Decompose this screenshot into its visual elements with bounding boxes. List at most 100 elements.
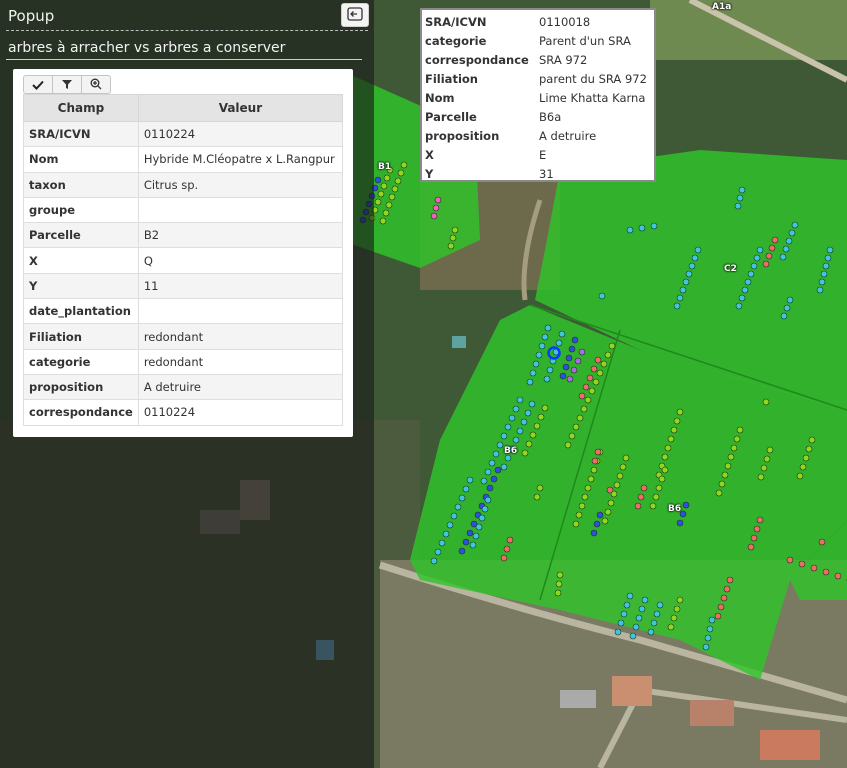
tree-point[interactable] <box>565 354 573 362</box>
tree-point[interactable] <box>607 499 615 507</box>
tree-point[interactable] <box>650 619 658 627</box>
tree-point[interactable] <box>594 448 602 456</box>
tree-point[interactable] <box>570 366 578 374</box>
tree-point[interactable] <box>750 262 758 270</box>
tree-point[interactable] <box>622 454 630 462</box>
tree-point[interactable] <box>694 246 702 254</box>
tree-point[interactable] <box>733 435 741 443</box>
tree-point[interactable] <box>738 186 746 194</box>
tree-point[interactable] <box>454 503 462 511</box>
tree-point[interactable] <box>586 374 594 382</box>
tree-point[interactable] <box>604 351 612 359</box>
tree-point[interactable] <box>656 601 664 609</box>
tree-point[interactable] <box>394 177 402 185</box>
tree-point[interactable] <box>575 511 583 519</box>
tree-point[interactable] <box>520 418 528 426</box>
tree-point[interactable] <box>614 628 622 636</box>
tree-point[interactable] <box>822 568 830 576</box>
tree-point[interactable] <box>649 502 657 510</box>
tree-point[interactable] <box>558 330 566 338</box>
tree-point[interactable] <box>541 404 549 412</box>
tree-point[interactable] <box>568 432 576 440</box>
tree-point[interactable] <box>516 396 524 404</box>
tree-point[interactable] <box>382 209 390 217</box>
tree-point[interactable] <box>504 423 512 431</box>
tree-point[interactable] <box>640 484 648 492</box>
tree-point[interactable] <box>735 302 743 310</box>
tree-point[interactable] <box>818 278 826 286</box>
tree-point[interactable] <box>704 634 712 642</box>
tree-point[interactable] <box>572 520 580 528</box>
tree-point[interactable] <box>682 278 690 286</box>
tree-point[interactable] <box>377 190 385 198</box>
tree-point[interactable] <box>492 450 500 458</box>
tree-point[interactable] <box>708 616 716 624</box>
tree-point[interactable] <box>626 592 634 600</box>
tree-point[interactable] <box>512 405 520 413</box>
tree-point[interactable] <box>506 536 514 544</box>
tree-point[interactable] <box>578 502 586 510</box>
tree-point[interactable] <box>763 455 771 463</box>
tree-point[interactable] <box>670 614 678 622</box>
tree-point[interactable] <box>626 226 634 234</box>
tree-point[interactable] <box>786 296 794 304</box>
tree-point[interactable] <box>568 345 576 353</box>
tree-point[interactable] <box>688 262 696 270</box>
tree-point[interactable] <box>604 508 612 516</box>
tree-point[interactable] <box>484 496 492 504</box>
tree-point[interactable] <box>500 463 508 471</box>
tree-point[interactable] <box>590 365 598 373</box>
tree-point[interactable] <box>582 383 590 391</box>
tree-point[interactable] <box>388 193 396 201</box>
tree-point[interactable] <box>554 589 562 597</box>
tree-point[interactable] <box>555 580 563 588</box>
tree-point[interactable] <box>724 462 732 470</box>
tree-point[interactable] <box>718 480 726 488</box>
tree-point[interactable] <box>673 605 681 613</box>
tree-point[interactable] <box>500 554 508 562</box>
tree-point[interactable] <box>535 351 543 359</box>
tree-point[interactable] <box>715 489 723 497</box>
tree-point[interactable] <box>608 342 616 350</box>
tree-point[interactable] <box>500 432 508 440</box>
tree-point[interactable] <box>756 246 764 254</box>
tree-point[interactable] <box>766 446 774 454</box>
tree-point[interactable] <box>826 246 834 254</box>
tree-point[interactable] <box>676 519 684 527</box>
tree-point[interactable] <box>824 254 832 262</box>
tree-point[interactable] <box>785 237 793 245</box>
tree-point[interactable] <box>559 372 567 380</box>
tree-point[interactable] <box>756 516 764 524</box>
tree-point[interactable] <box>432 204 440 212</box>
tree-point[interactable] <box>584 396 592 404</box>
tree-point[interactable] <box>532 360 540 368</box>
tree-point[interactable] <box>667 623 675 631</box>
tree-point[interactable] <box>434 196 442 204</box>
tree-point[interactable] <box>834 572 842 580</box>
tree-point[interactable] <box>760 464 768 472</box>
tree-point[interactable] <box>466 476 474 484</box>
tree-point[interactable] <box>488 459 496 467</box>
tree-point[interactable] <box>600 360 608 368</box>
tree-point[interactable] <box>571 336 579 344</box>
tree-point[interactable] <box>478 514 486 522</box>
tree-point[interactable] <box>566 375 574 383</box>
tree-point[interactable] <box>434 548 442 556</box>
tree-point[interactable] <box>632 623 640 631</box>
tree-point[interactable] <box>462 538 470 546</box>
tree-point[interactable] <box>528 400 536 408</box>
tree-point[interactable] <box>808 436 816 444</box>
tree-point[interactable] <box>447 242 455 250</box>
tree-point[interactable] <box>374 176 382 184</box>
tree-point[interactable] <box>673 302 681 310</box>
tree-point[interactable] <box>451 226 459 234</box>
tree-point[interactable] <box>574 357 582 365</box>
tree-point[interactable] <box>765 252 773 260</box>
select-button[interactable] <box>23 75 53 94</box>
tree-point[interactable] <box>484 468 492 476</box>
tree-point[interactable] <box>391 185 399 193</box>
tree-point[interactable] <box>588 387 596 395</box>
tree-point[interactable] <box>584 484 592 492</box>
tree-point[interactable] <box>525 440 533 448</box>
tree-point[interactable] <box>653 610 661 618</box>
